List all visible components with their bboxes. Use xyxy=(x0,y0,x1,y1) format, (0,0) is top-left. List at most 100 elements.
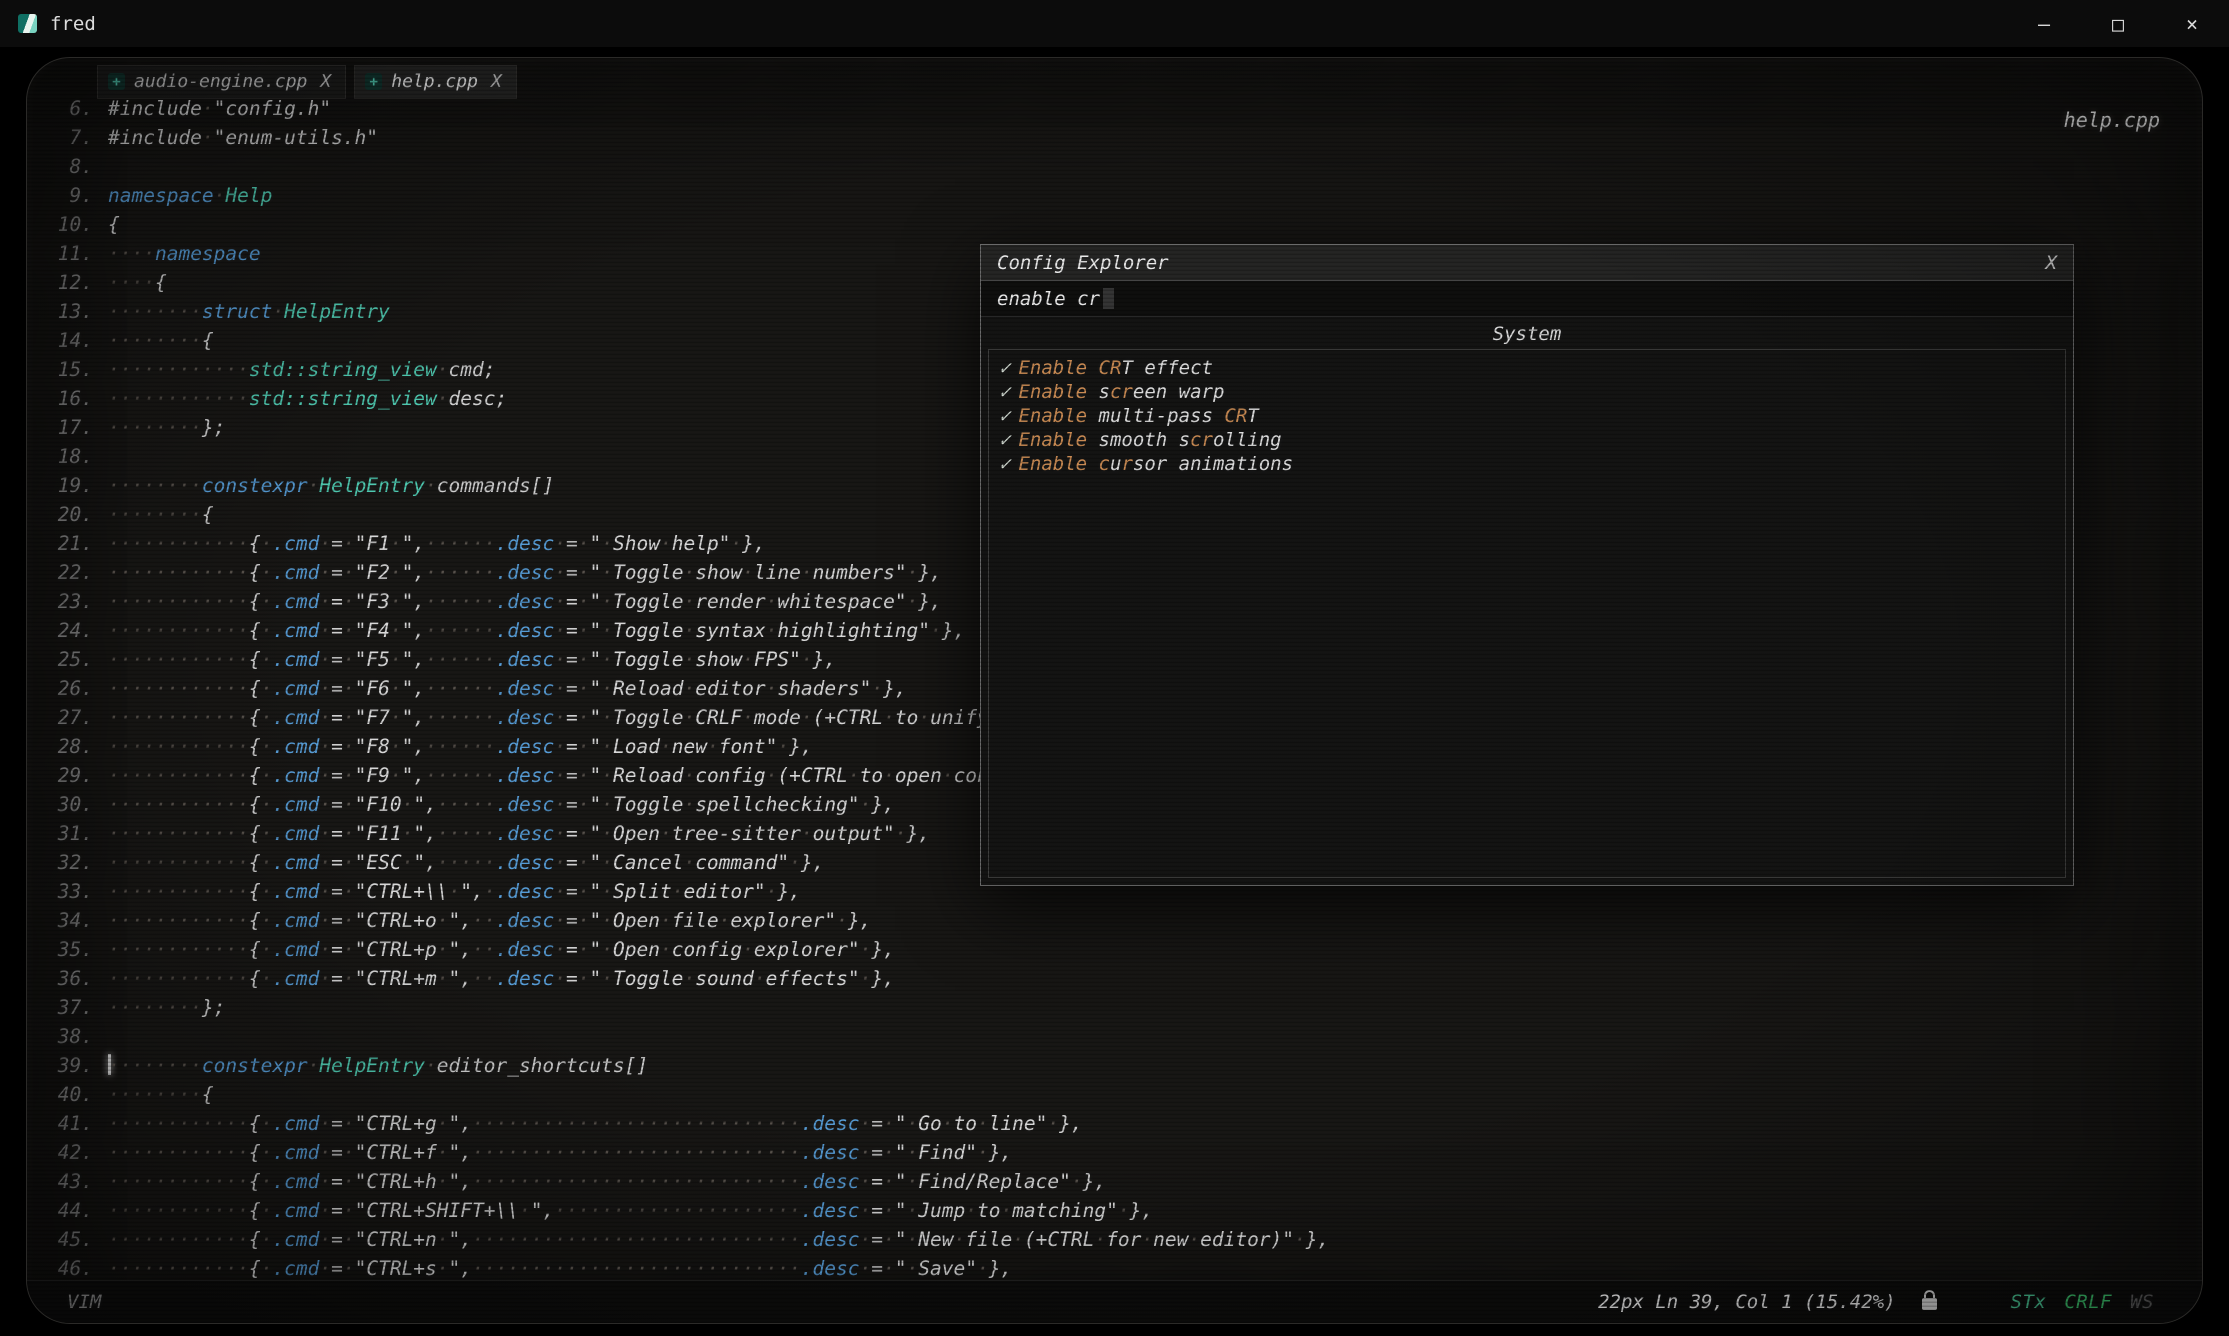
code-line[interactable]: 37.········}; xyxy=(41,993,2202,1022)
line-number: 14. xyxy=(41,326,93,355)
line-number: 31. xyxy=(41,819,93,848)
line-number: 35. xyxy=(41,935,93,964)
code-line[interactable]: 46.············{·.cmd·=·"CTRL+s·",······… xyxy=(41,1254,2202,1283)
line-number: 17. xyxy=(41,413,93,442)
tab-close-icon[interactable]: X xyxy=(491,71,502,92)
line-number: 43. xyxy=(41,1167,93,1196)
code-line[interactable]: 9.namespace·Help xyxy=(41,181,2202,210)
line-number: 10. xyxy=(41,210,93,239)
tab-label: help.cpp xyxy=(391,71,478,92)
line-number: 11. xyxy=(41,239,93,268)
tab-bar: audio-engine.cpp X help.cpp X xyxy=(97,65,517,99)
line-number: 41. xyxy=(41,1109,93,1138)
line-number: 23. xyxy=(41,587,93,616)
status-bar: VIM 22px Ln 39, Col 1 (15.42%) STx CRLF WS xyxy=(27,1280,2202,1323)
status-flags: STx CRLF WS xyxy=(2011,1291,2154,1313)
cursor-position-info: 22px Ln 39, Col 1 (15.42%) xyxy=(1598,1291,1895,1313)
cpp-file-icon xyxy=(108,73,125,90)
line-number: 24. xyxy=(41,616,93,645)
line-number: 39. xyxy=(41,1051,93,1080)
code-line[interactable]: 40.········{ xyxy=(41,1080,2202,1109)
editor-mode-indicator: VIM xyxy=(67,1291,101,1313)
code-line[interactable]: 41.············{·.cmd·=·"CTRL+g·",······… xyxy=(41,1109,2202,1138)
line-number: 36. xyxy=(41,964,93,993)
status-flag-stx: STx xyxy=(2011,1291,2047,1313)
config-option[interactable]: ✓Enable multi-pass CRT xyxy=(999,404,2055,428)
code-line[interactable]: 39.········constexpr·HelpEntry·editor_sh… xyxy=(41,1051,2202,1080)
line-number: 20. xyxy=(41,500,93,529)
checkbox-checked-icon[interactable]: ✓ xyxy=(999,429,1010,451)
line-number: 18. xyxy=(41,442,93,471)
checkbox-checked-icon[interactable]: ✓ xyxy=(999,405,1010,427)
checkbox-checked-icon[interactable]: ✓ xyxy=(999,381,1010,403)
status-flag-ws: WS xyxy=(2130,1291,2154,1313)
line-number: 7. xyxy=(41,123,93,152)
config-explorer-popup: Config Explorer X enable cr System ✓Enab… xyxy=(980,244,2074,886)
line-number: 44. xyxy=(41,1196,93,1225)
cpp-file-icon xyxy=(365,73,382,90)
line-number: 30. xyxy=(41,790,93,819)
tab-close-icon[interactable]: X xyxy=(320,71,331,92)
line-number: 45. xyxy=(41,1225,93,1254)
line-number: 22. xyxy=(41,558,93,587)
checkbox-checked-icon[interactable]: ✓ xyxy=(999,357,1010,379)
search-caret xyxy=(1103,288,1114,309)
popup-title: Config Explorer xyxy=(997,252,1169,274)
code-line[interactable]: 35.············{·.cmd·=·"CTRL+p·",··.des… xyxy=(41,935,2202,964)
minimize-button[interactable]: – xyxy=(2007,0,2081,47)
window-title: fred xyxy=(50,13,96,35)
config-option[interactable]: ✓Enable CRT effect xyxy=(999,356,2055,380)
line-number: 9. xyxy=(41,181,93,210)
line-number: 32. xyxy=(41,848,93,877)
code-line[interactable]: 7.#include·"enum-utils.h" xyxy=(41,123,2202,152)
config-option[interactable]: ✓Enable smooth scrolling xyxy=(999,428,2055,452)
config-option[interactable]: ✓Enable cursor animations xyxy=(999,452,2055,476)
line-number: 29. xyxy=(41,761,93,790)
line-number: 37. xyxy=(41,993,93,1022)
code-line[interactable]: 34.············{·.cmd·=·"CTRL+o·",··.des… xyxy=(41,906,2202,935)
line-number: 46. xyxy=(41,1254,93,1283)
popup-close-icon[interactable]: X xyxy=(2046,252,2057,274)
status-flag-crlf: CRLF xyxy=(2064,1291,2112,1313)
config-search-value: enable cr xyxy=(997,288,1100,310)
code-line[interactable]: 8. xyxy=(41,152,2202,181)
code-line[interactable]: 44.············{·.cmd·=·"CTRL+SHIFT+\\·"… xyxy=(41,1196,2202,1225)
window-controls: – □ × xyxy=(2007,0,2229,47)
code-line[interactable]: 43.············{·.cmd·=·"CTRL+h·",······… xyxy=(41,1167,2202,1196)
line-number: 28. xyxy=(41,732,93,761)
code-line[interactable]: 36.············{·.cmd·=·"CTRL+m·",··.des… xyxy=(41,964,2202,993)
config-section-header: System xyxy=(981,317,2073,350)
app-icon xyxy=(18,14,37,33)
code-line[interactable]: 42.············{·.cmd·=·"CTRL+f·",······… xyxy=(41,1138,2202,1167)
tab-label: audio-engine.cpp xyxy=(134,71,307,92)
close-button[interactable]: × xyxy=(2155,0,2229,47)
line-number: 16. xyxy=(41,384,93,413)
filename-overlay: help.cpp xyxy=(2064,108,2160,132)
window-titlebar: fred – □ × xyxy=(0,0,2229,47)
config-option[interactable]: ✓Enable screen warp xyxy=(999,380,2055,404)
config-search-input[interactable]: enable cr xyxy=(981,281,2073,317)
crt-screen: 6.#include·"config.h"7.#include·"enum-ut… xyxy=(26,57,2203,1324)
line-number: 13. xyxy=(41,297,93,326)
maximize-button[interactable]: □ xyxy=(2081,0,2155,47)
code-line[interactable]: 38. xyxy=(41,1022,2202,1051)
checkbox-checked-icon[interactable]: ✓ xyxy=(999,453,1010,475)
line-number: 21. xyxy=(41,529,93,558)
popup-titlebar[interactable]: Config Explorer X xyxy=(981,245,2073,281)
line-number: 26. xyxy=(41,674,93,703)
line-number: 38. xyxy=(41,1022,93,1051)
code-line[interactable]: 45.············{·.cmd·=·"CTRL+n·",······… xyxy=(41,1225,2202,1254)
line-number: 34. xyxy=(41,906,93,935)
tab-help-cpp[interactable]: help.cpp X xyxy=(354,65,517,99)
line-number: 19. xyxy=(41,471,93,500)
line-number: 25. xyxy=(41,645,93,674)
line-number: 33. xyxy=(41,877,93,906)
lock-icon xyxy=(1922,1298,1937,1310)
tab-audio-engine-cpp[interactable]: audio-engine.cpp X xyxy=(97,65,346,99)
line-number: 8. xyxy=(41,152,93,181)
status-right-group: 22px Ln 39, Col 1 (15.42%) STx CRLF WS xyxy=(1598,1291,2154,1313)
line-number: 12. xyxy=(41,268,93,297)
line-number: 40. xyxy=(41,1080,93,1109)
line-number: 42. xyxy=(41,1138,93,1167)
code-line[interactable]: 10.{ xyxy=(41,210,2202,239)
